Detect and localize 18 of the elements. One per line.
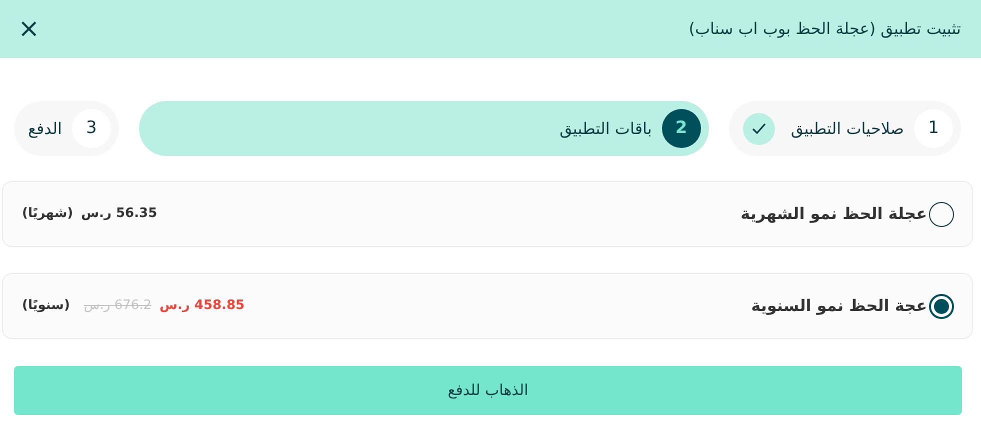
step-label: باقات التطبيق	[560, 118, 652, 140]
plan-price: 458.85 ر.س	[160, 297, 245, 316]
step-number: 3	[72, 109, 111, 148]
go-to-payment-button[interactable]: الذهاب للدفع	[14, 366, 962, 415]
radio-button[interactable]	[929, 202, 954, 226]
plan-period: (سنويًا)	[22, 297, 70, 316]
step-number: 2	[662, 109, 701, 148]
dialog-title: تثبيت تطبيق (عجلة الحظ بوب اب سناب)	[688, 18, 961, 40]
plan-price: 56.35 ر.س	[81, 205, 158, 224]
plan-card[interactable]: عجلة الحظ نمو الشهرية 56.35 ر.س (شهريًا)	[2, 181, 973, 247]
close-button[interactable]: ×	[14, 16, 44, 42]
radio-button[interactable]	[929, 294, 954, 318]
plan-period: (شهريًا)	[22, 205, 74, 224]
step-number: 1	[914, 109, 953, 148]
plan-name: عجة الحظ نمو السنوية	[751, 295, 927, 317]
step-label: الدفع	[28, 118, 62, 140]
step-label: صلاحيات التطبيق	[790, 118, 904, 140]
plan-name: عجلة الحظ نمو الشهرية	[740, 203, 927, 225]
